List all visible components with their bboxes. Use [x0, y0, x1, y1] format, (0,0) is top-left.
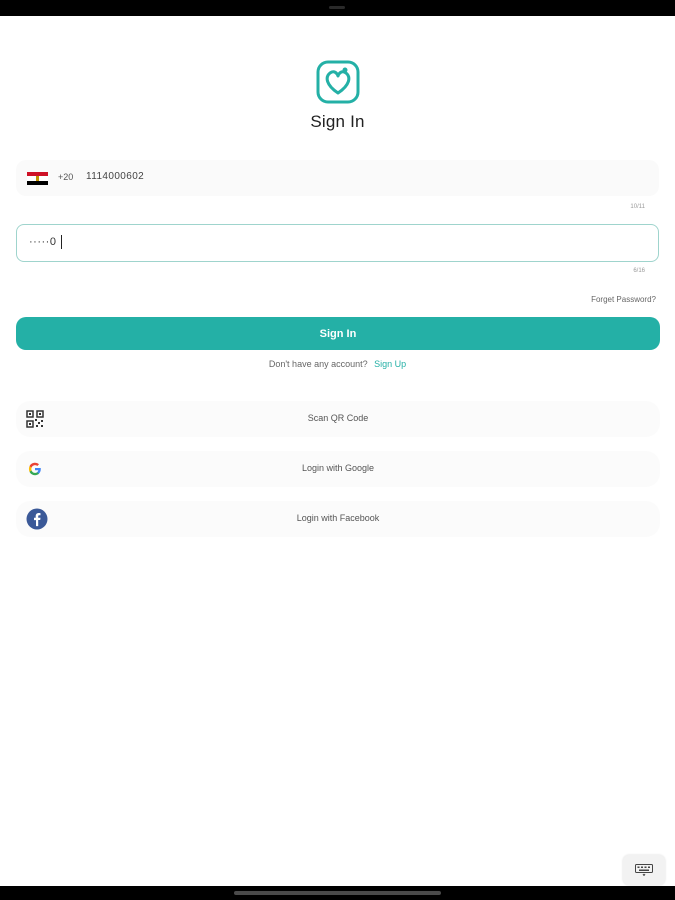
login-facebook-label: Login with Facebook	[296, 513, 380, 523]
login-google-label: Login with Google	[301, 463, 375, 473]
phone-char-counter: 10/11	[630, 204, 645, 210]
camera-notch	[329, 6, 345, 9]
country-dial-code[interactable]: +20	[58, 172, 73, 182]
page-title: Sign In	[310, 112, 365, 131]
sign-up-link[interactable]: Sign Up	[374, 359, 406, 369]
phone-input[interactable]: 1114000602	[86, 171, 144, 182]
login-facebook-button[interactable]: Login with Facebook	[16, 501, 660, 537]
scan-qr-label: Scan QR Code	[307, 413, 369, 423]
keyboard-icon	[635, 864, 653, 876]
sign-in-button[interactable]: Sign In	[16, 317, 660, 350]
forget-password-link[interactable]: Forget Password?	[591, 295, 656, 304]
no-account-text: Don't have any account?	[268, 359, 368, 369]
keyboard-toggle-button[interactable]	[623, 855, 665, 885]
phone-field[interactable]: +20 1114000602	[16, 160, 659, 196]
status-bar	[0, 0, 675, 16]
account-row: Don't have any account? Sign Up	[0, 359, 675, 369]
app-logo-icon	[316, 60, 360, 104]
password-field[interactable]: ·····0	[16, 224, 659, 262]
password-input[interactable]: ·····0	[29, 236, 56, 248]
egypt-flag-icon[interactable]	[27, 172, 48, 185]
home-indicator[interactable]	[234, 891, 441, 895]
login-google-button[interactable]: Login with Google	[16, 451, 660, 487]
text-caret	[61, 235, 62, 249]
scan-qr-button[interactable]: Scan QR Code	[16, 401, 660, 437]
password-char-counter: 6/16	[633, 268, 645, 274]
